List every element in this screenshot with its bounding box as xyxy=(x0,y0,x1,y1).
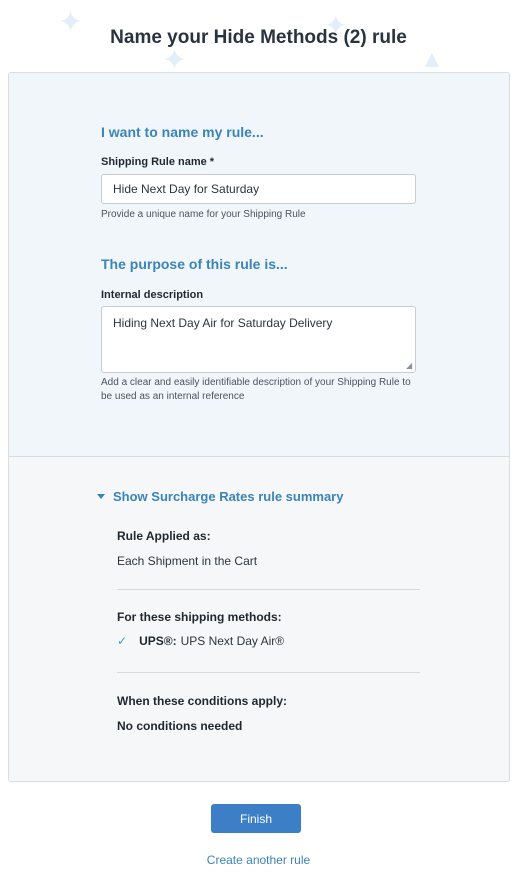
divider xyxy=(117,589,420,590)
rule-name-label: Shipping Rule name * xyxy=(101,156,215,168)
applied-as-value: Each Shipment in the Cart xyxy=(117,554,258,568)
methods-heading: For these shipping methods: xyxy=(117,610,282,624)
check-icon: ✓ xyxy=(117,634,128,648)
method-service: UPS Next Day Air® xyxy=(180,634,285,648)
finish-button[interactable]: Finish xyxy=(211,804,301,833)
purpose-section-heading: The purpose of this rule is... xyxy=(101,256,288,272)
rule-name-input[interactable] xyxy=(101,174,416,204)
summary-toggle[interactable]: Show Surcharge Rates rule summary xyxy=(97,489,343,504)
summary-toggle-label: Show Surcharge Rates rule summary xyxy=(113,489,344,504)
description-label: Internal description xyxy=(101,289,204,301)
rule-card: I want to name my rule... Shipping Rule … xyxy=(8,72,510,782)
divider xyxy=(117,672,420,673)
page-title-prefix: Name your xyxy=(110,27,209,48)
create-another-rule-link[interactable]: Create another rule xyxy=(0,853,517,867)
page-title: Name your Hide Methods (2) rule xyxy=(0,27,517,49)
description-help: Add a clear and easily identifiable desc… xyxy=(101,377,411,402)
applied-as-heading: Rule Applied as: xyxy=(117,529,211,543)
conditions-value: No conditions needed xyxy=(117,719,243,733)
name-section-heading: I want to name my rule... xyxy=(101,124,264,140)
conditions-heading: When these conditions apply: xyxy=(117,694,288,708)
rule-name-help: Provide a unique name for your Shipping … xyxy=(101,209,306,220)
description-textarea[interactable]: Hiding Next Day Air for Saturday Deliver… xyxy=(101,306,416,373)
caret-down-icon xyxy=(97,494,105,499)
method-item: ✓ UPS®: UPS Next Day Air® xyxy=(117,634,284,648)
method-carrier: UPS®: xyxy=(139,634,177,648)
page-title-rule-name: Hide Methods (2) rule xyxy=(213,27,407,48)
resize-handle-icon[interactable]: ◢ xyxy=(406,362,414,370)
sparkle-decoration-icon: ▲ xyxy=(420,46,444,73)
